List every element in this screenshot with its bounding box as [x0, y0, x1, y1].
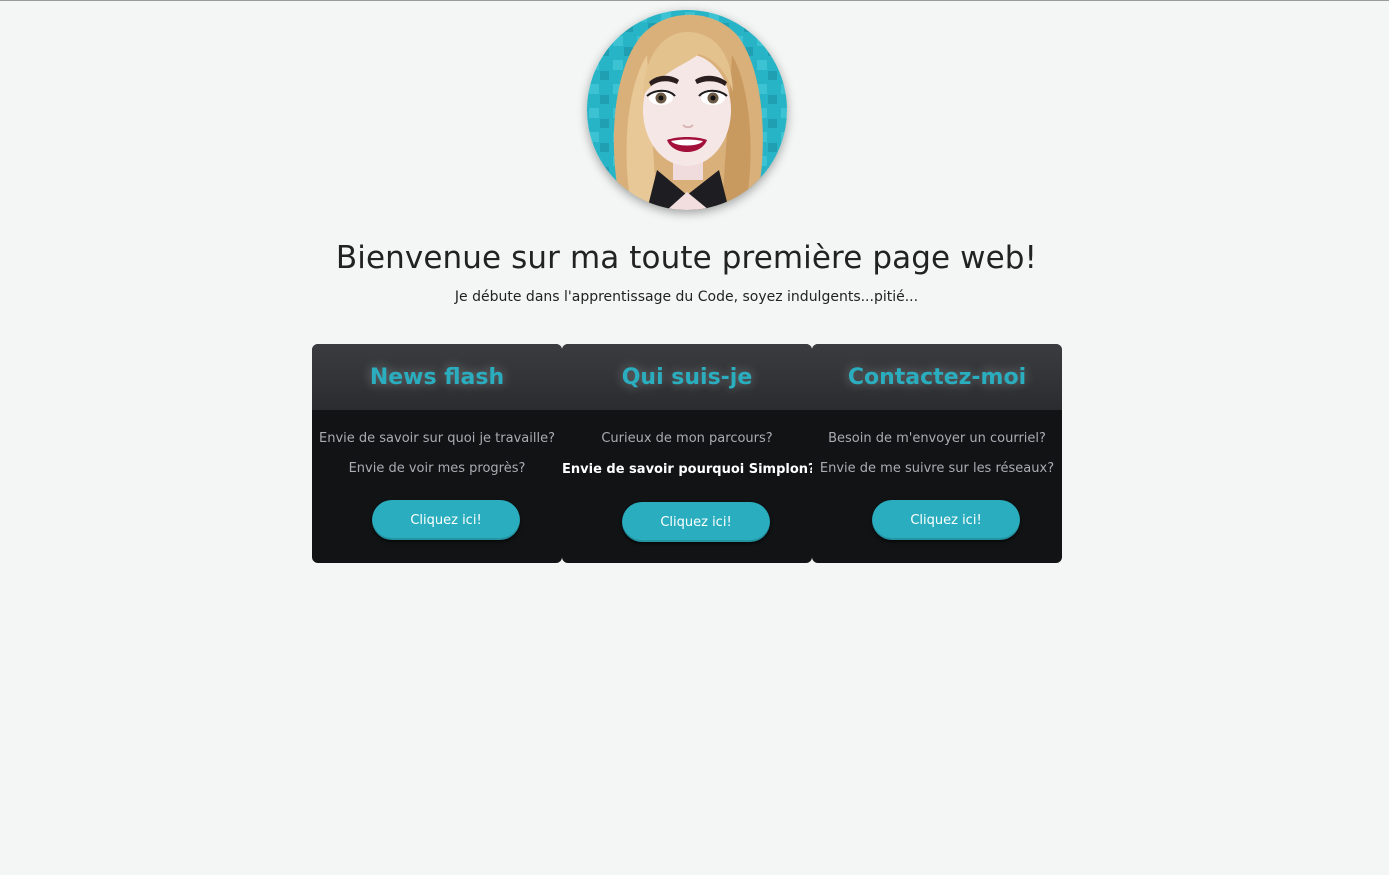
avatar: [587, 10, 787, 210]
contactez-moi-button[interactable]: Cliquez ici!: [872, 500, 1020, 540]
qui-suis-je-button[interactable]: Cliquez ici!: [622, 502, 770, 542]
card-title: Contactez-moi: [847, 364, 1027, 390]
card-title: Qui suis-je: [621, 364, 753, 390]
card-title: News flash: [369, 364, 505, 390]
card-line: Besoin de m'envoyer un courriel?: [828, 431, 1046, 446]
card-header: Qui suis-je: [562, 344, 812, 410]
card-line: Envie de savoir sur quoi je travaille?: [319, 431, 555, 446]
card-line: Curieux de mon parcours?: [601, 431, 773, 446]
card-qui-suis-je: Qui suis-je Curieux de mon parcours? Env…: [562, 344, 812, 563]
card-header: News flash: [312, 344, 562, 410]
card-news-flash: News flash Envie de savoir sur quoi je t…: [312, 344, 562, 563]
avatar-illustration: [587, 10, 787, 210]
card-header: Contactez-moi: [812, 344, 1062, 410]
card-line: Envie de savoir pourquoi Simplon?: [562, 462, 812, 477]
page-title: Bienvenue sur ma toute première page web…: [335, 240, 1038, 276]
card-contactez-moi: Contactez-moi Besoin de m'envoyer un cou…: [812, 344, 1062, 563]
card-line: Envie de me suivre sur les réseaux?: [819, 461, 1055, 476]
card-line: Envie de voir mes progrès?: [348, 461, 526, 476]
news-flash-button[interactable]: Cliquez ici!: [372, 500, 520, 540]
page-subtitle: Je débute dans l'apprentissage du Code, …: [454, 289, 919, 305]
top-border: [0, 0, 1389, 1]
